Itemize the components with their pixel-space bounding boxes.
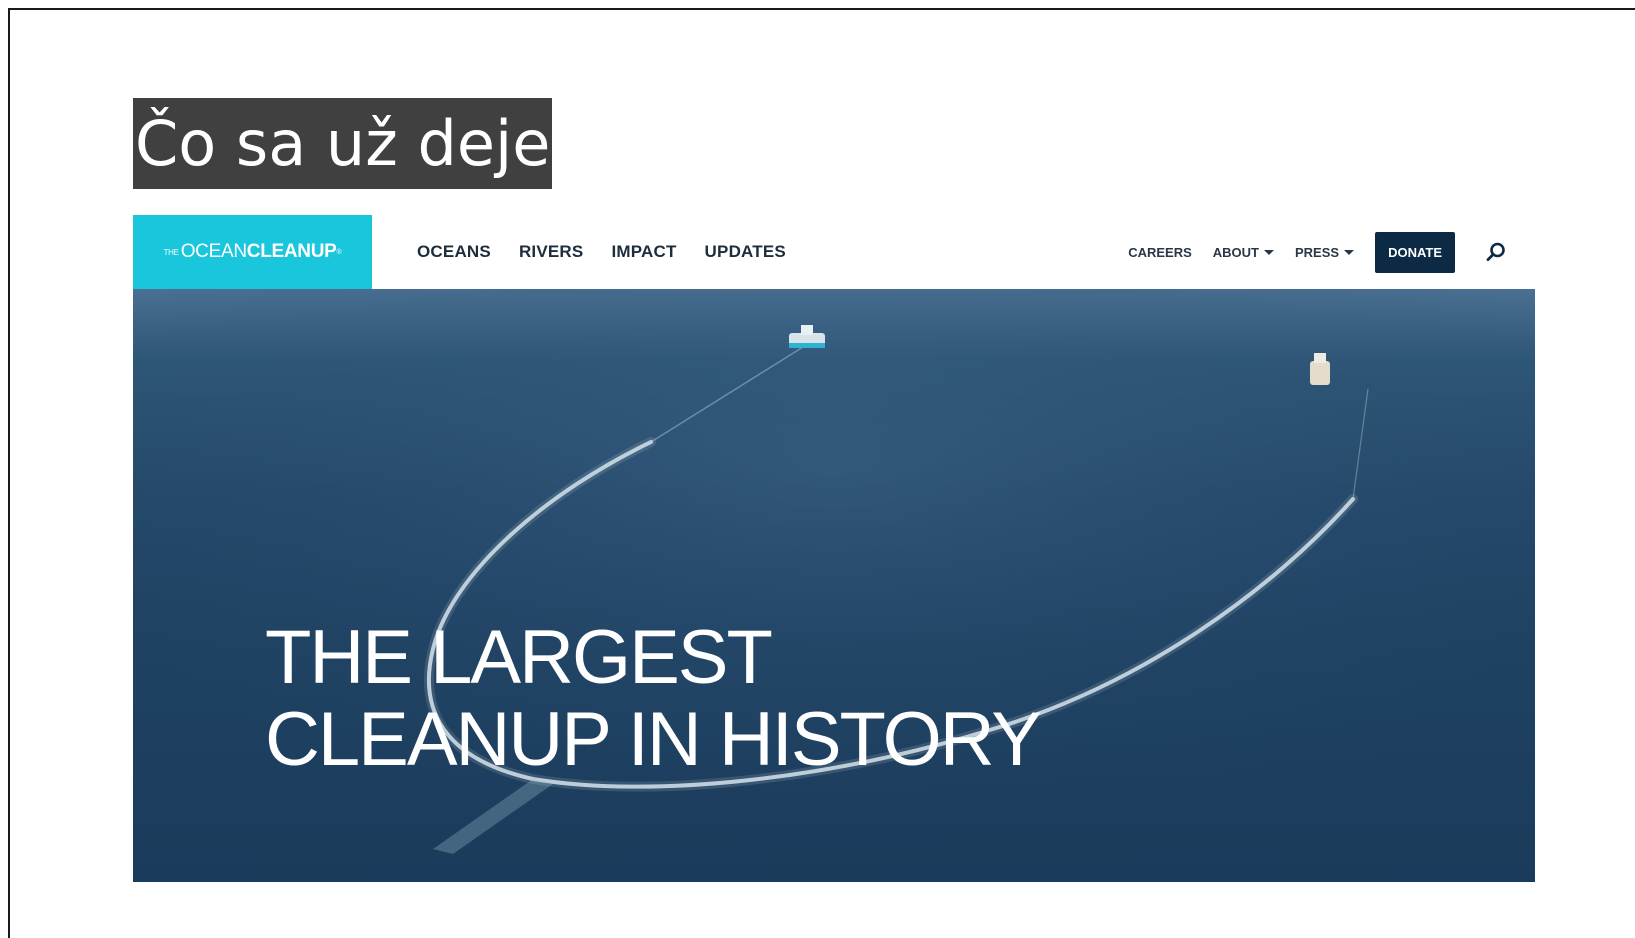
hero-headline-line2: CLEANUP IN HISTORY	[265, 697, 1042, 782]
hero-headline-line1: THE LARGEST	[265, 615, 773, 700]
site-logo[interactable]: THE OCEAN CLEANUP ®	[133, 215, 372, 289]
website-screenshot: THE OCEAN CLEANUP ® OCEANS RIVERS IMPACT…	[133, 215, 1535, 882]
nav-rivers[interactable]: RIVERS	[519, 242, 584, 262]
nav-press-label: PRESS	[1294, 244, 1340, 260]
nav-oceans[interactable]: OCEANS	[417, 242, 491, 262]
nav-about-label: ABOUT	[1212, 244, 1259, 260]
caret-down-icon	[1344, 249, 1355, 255]
caret-down-icon	[1263, 249, 1274, 255]
site-header: THE OCEAN CLEANUP ® OCEANS RIVERS IMPACT…	[133, 215, 1535, 289]
primary-nav: OCEANS RIVERS IMPACT UPDATES	[417, 215, 814, 289]
hero-headline: THE LARGEST CLEANUP IN HISTORY	[265, 615, 1042, 782]
search-icon[interactable]	[1485, 241, 1507, 263]
nav-careers[interactable]: CAREERS	[1128, 245, 1192, 260]
hero-image: THE LARGEST CLEANUP IN HISTORY	[133, 289, 1535, 882]
nav-impact[interactable]: IMPACT	[611, 242, 676, 262]
logo-registered-mark: ®	[336, 248, 342, 256]
logo-cleanup: CLEANUP	[246, 241, 337, 262]
slide-title: Čo sa už deje	[133, 98, 553, 189]
nav-careers-label: CAREERS	[1128, 244, 1192, 260]
ocean-scene	[133, 289, 1535, 882]
donate-button[interactable]: DONATE	[1375, 231, 1455, 273]
nav-press[interactable]: PRESS	[1294, 244, 1355, 260]
nav-about[interactable]: ABOUT	[1213, 245, 1274, 260]
logo-ocean: OCEAN	[180, 241, 247, 262]
logo-the: THE	[163, 247, 179, 257]
nav-updates[interactable]: UPDATES	[705, 242, 786, 262]
secondary-nav: CAREERS ABOUT PRESS DONATE	[1128, 215, 1535, 289]
